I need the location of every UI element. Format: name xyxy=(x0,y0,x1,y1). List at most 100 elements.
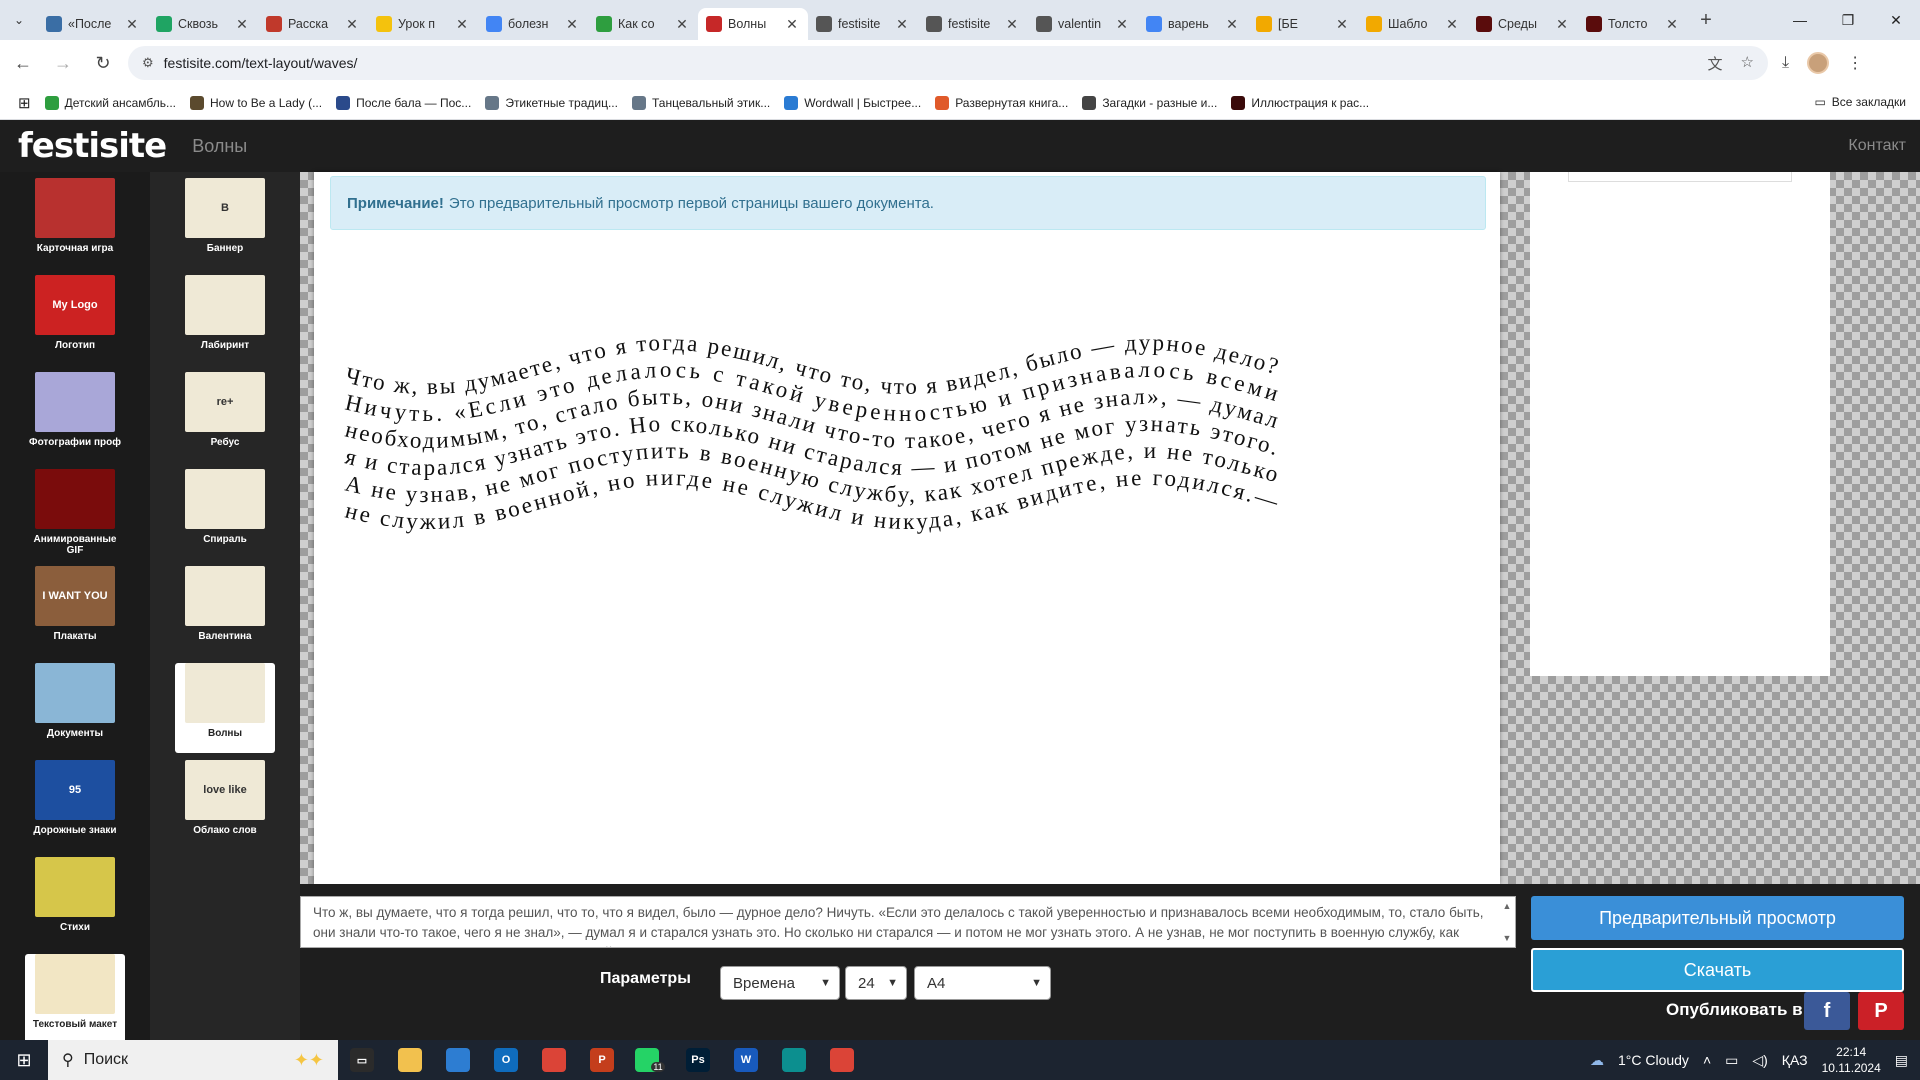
sidebar-item[interactable]: Стихи xyxy=(25,857,125,947)
bookmark-item[interactable]: How to Be a Lady (... xyxy=(190,95,322,110)
url-bar[interactable]: ⚙ festisite.com/text-layout/waves/ 文 ☆ xyxy=(128,46,1768,80)
browser-tab[interactable]: варень ✕ xyxy=(1138,8,1248,40)
sidebar-item[interactable]: re+ Ребус xyxy=(175,372,275,462)
sidebar-item[interactable]: Фотографии проф xyxy=(25,372,125,462)
language-indicator[interactable]: ҚАЗ xyxy=(1782,1052,1808,1068)
close-tab-icon[interactable]: ✕ xyxy=(454,16,470,33)
sidebar-item[interactable]: Документы xyxy=(25,663,125,753)
whatsapp-app[interactable]: 11 xyxy=(626,1040,674,1080)
chrome-app[interactable] xyxy=(530,1040,578,1080)
bookmark-item[interactable]: Загадки - разные и... xyxy=(1082,95,1217,110)
sidebar-item[interactable]: B Баннер xyxy=(175,178,275,268)
close-tab-icon[interactable]: ✕ xyxy=(674,16,690,33)
outlook-app[interactable]: O xyxy=(482,1040,530,1080)
apps-grid-icon[interactable]: ⊞ xyxy=(18,94,31,112)
close-tab-icon[interactable]: ✕ xyxy=(1224,16,1240,33)
photoshop-app[interactable]: Ps xyxy=(674,1040,722,1080)
task-view-app[interactable]: ▭ xyxy=(338,1040,386,1080)
store-app[interactable] xyxy=(434,1040,482,1080)
edge-app[interactable] xyxy=(770,1040,818,1080)
site-info-icon[interactable]: ⚙ xyxy=(142,55,154,71)
browser-tab[interactable]: Сквозь ✕ xyxy=(148,8,258,40)
download-button[interactable]: Скачать xyxy=(1531,948,1904,992)
close-tab-icon[interactable]: ✕ xyxy=(344,16,360,33)
browser-tab[interactable]: valentin ✕ xyxy=(1028,8,1138,40)
browser-tab[interactable]: festisite ✕ xyxy=(808,8,918,40)
back-icon[interactable]: ← xyxy=(6,46,40,80)
text-input[interactable]: Что ж, вы думаете, что я тогда решил, чт… xyxy=(300,896,1516,948)
sidebar-item[interactable]: Спираль xyxy=(175,469,275,559)
font-select[interactable]: Времена ▼ xyxy=(720,966,840,1000)
bookmark-item[interactable]: После бала — Пос... xyxy=(336,95,471,110)
browser-tab[interactable]: [БЕ ✕ xyxy=(1248,8,1358,40)
sidebar-item[interactable]: Волны xyxy=(175,663,275,753)
font-size-select[interactable]: 24 ▼ xyxy=(845,966,907,1000)
all-bookmarks[interactable]: ▭ Все закладки xyxy=(1814,95,1906,109)
sidebar-item[interactable]: Валентина xyxy=(175,566,275,656)
close-tab-icon[interactable]: ✕ xyxy=(1334,16,1350,33)
network-icon[interactable]: ▭ xyxy=(1725,1052,1738,1069)
bookmark-item[interactable]: Развернутая книга... xyxy=(935,95,1068,110)
close-tab-icon[interactable]: ✕ xyxy=(234,16,250,33)
browser-tab[interactable]: Расска ✕ xyxy=(258,8,368,40)
close-tab-icon[interactable]: ✕ xyxy=(1664,16,1680,33)
weather-text[interactable]: 1°C Cloudy xyxy=(1618,1052,1689,1068)
bookmark-item[interactable]: Иллюстрация к рас... xyxy=(1231,95,1369,110)
close-tab-icon[interactable]: ✕ xyxy=(1554,16,1570,33)
browser-tab[interactable]: «После ✕ xyxy=(38,8,148,40)
profile-avatar[interactable] xyxy=(1807,52,1830,74)
taskbar-search[interactable]: ⚲ Поиск ✦✦ xyxy=(48,1040,338,1080)
browser-tab[interactable]: Шабло ✕ xyxy=(1358,8,1468,40)
bookmark-star-icon[interactable]: ☆ xyxy=(1741,53,1754,74)
word-app[interactable]: W xyxy=(722,1040,770,1080)
festisite-logo[interactable]: festisite xyxy=(18,126,167,166)
sidebar-item[interactable]: Анимированные GIF xyxy=(25,469,125,559)
sidebar-item[interactable]: love like Облако слов xyxy=(175,760,275,850)
sidebar-item[interactable]: 95 Дорожные знаки xyxy=(25,760,125,850)
browser-tab[interactable]: Волны ✕ xyxy=(698,8,808,40)
tab-search-menu-icon[interactable]: ⌄ xyxy=(0,0,38,40)
browser-tab[interactable]: festisite ✕ xyxy=(918,8,1028,40)
download-icon[interactable]: ⤓ xyxy=(1782,54,1789,72)
restore-icon[interactable]: ❐ xyxy=(1824,0,1872,40)
browser-tab[interactable]: Среды ✕ xyxy=(1468,8,1578,40)
close-tab-icon[interactable]: ✕ xyxy=(894,16,910,33)
browser-tab[interactable]: Урок п ✕ xyxy=(368,8,478,40)
tray-chevron-icon[interactable]: ˄ xyxy=(1703,1052,1711,1068)
preview-button[interactable]: Предварительный просмотр xyxy=(1531,896,1904,940)
close-tab-icon[interactable]: ✕ xyxy=(1114,16,1130,33)
close-tab-icon[interactable]: ✕ xyxy=(124,16,140,33)
facebook-share-button[interactable]: f xyxy=(1804,992,1850,1030)
sidebar-item[interactable]: I WANT YOU Плакаты xyxy=(25,566,125,656)
bookmark-item[interactable]: Wordwall | Быстрее... xyxy=(784,95,921,110)
close-tab-icon[interactable]: ✕ xyxy=(784,16,800,33)
close-tab-icon[interactable]: ✕ xyxy=(1444,16,1460,33)
sidebar-item[interactable]: Лабиринт xyxy=(175,275,275,365)
file-explorer-app[interactable] xyxy=(386,1040,434,1080)
close-tab-icon[interactable]: ✕ xyxy=(1004,16,1020,33)
volume-icon[interactable]: ◁) xyxy=(1752,1052,1767,1069)
browser-tab[interactable]: болезн ✕ xyxy=(478,8,588,40)
minimize-icon[interactable]: — xyxy=(1776,0,1824,40)
sidebar-item[interactable]: Карточная игра xyxy=(25,178,125,268)
new-tab-button[interactable]: + xyxy=(1688,9,1724,32)
close-window-icon[interactable]: ✕ xyxy=(1872,0,1920,40)
start-button[interactable]: ⊞ xyxy=(0,1040,48,1080)
bookmark-item[interactable]: Танцевальный этик... xyxy=(631,95,770,110)
contact-link[interactable]: Контакт xyxy=(1848,137,1906,155)
clock[interactable]: 22:14 10.11.2024 xyxy=(1822,1044,1881,1076)
browser-tab[interactable]: Как со ✕ xyxy=(588,8,698,40)
paper-size-select[interactable]: A4 ▼ xyxy=(914,966,1051,1000)
close-tab-icon[interactable]: ✕ xyxy=(564,16,580,33)
sidebar-item[interactable]: Текстовый макет xyxy=(25,954,125,1044)
browser-tab[interactable]: Толсто ✕ xyxy=(1578,8,1688,40)
translate-icon[interactable]: 文 xyxy=(1708,53,1723,74)
chrome-active-app[interactable] xyxy=(818,1040,866,1080)
bookmark-item[interactable]: Детский ансамбль... xyxy=(44,95,176,110)
textarea-scroll-icon[interactable]: ▲ ▼ xyxy=(1500,898,1514,946)
pinterest-share-button[interactable]: P xyxy=(1858,992,1904,1030)
browser-menu-icon[interactable]: ⋮ xyxy=(1847,53,1863,73)
reload-icon[interactable]: ↻ xyxy=(86,46,120,80)
bookmark-item[interactable]: Этикетные традиц... xyxy=(485,95,618,110)
powerpoint-app[interactable]: P xyxy=(578,1040,626,1080)
